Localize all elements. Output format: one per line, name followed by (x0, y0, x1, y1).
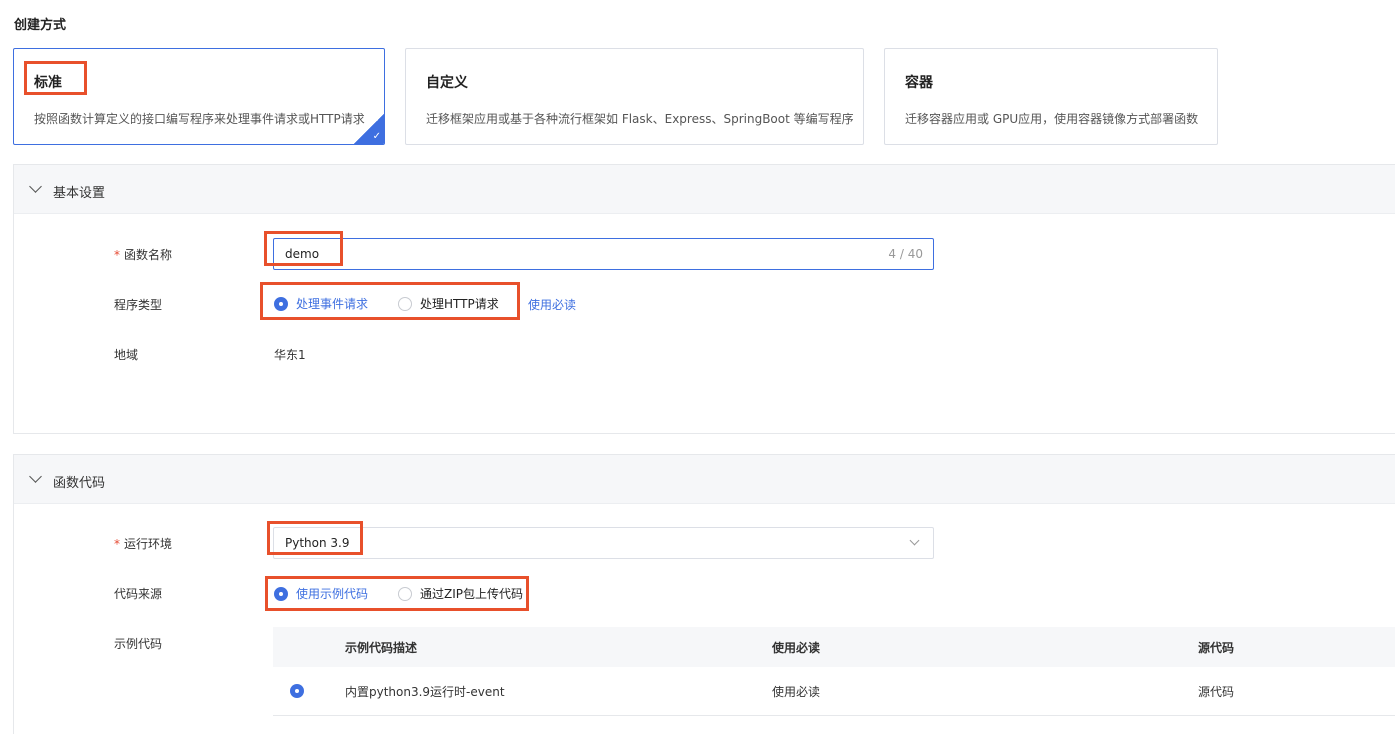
card-custom-desc: 迁移框架应用或基于各种流行框架如 Flask、Express、SpringBoo… (426, 112, 854, 126)
radio-sample-code[interactable]: 使用示例代码 (274, 585, 368, 602)
radio-http-request[interactable]: 处理HTTP请求 (398, 295, 499, 312)
chevron-down-icon (909, 535, 920, 546)
function-code-title: 函数代码 (53, 476, 106, 491)
col-source-header: 源代码 (1198, 641, 1235, 655)
card-standard[interactable]: 标准 按照函数计算定义的接口编写程序来处理事件请求或HTTP请求 ✓ (13, 48, 385, 145)
col-readme-header: 使用必读 (772, 641, 821, 655)
chevron-down-icon (29, 180, 42, 193)
radio-sample-label: 使用示例代码 (296, 587, 369, 601)
row-radio[interactable] (290, 684, 304, 698)
function-name-input[interactable]: demo 4 / 40 (273, 238, 934, 270)
card-custom-title: 自定义 (426, 75, 468, 91)
row-desc: 内置python3.9运行时-event (345, 685, 505, 699)
basic-settings-header[interactable]: 基本设置 (14, 165, 1395, 214)
card-container[interactable]: 容器 迁移容器应用或 GPU应用，使用容器镜像方式部署函数 (884, 48, 1218, 145)
sample-code-label: 示例代码 (114, 637, 163, 651)
page-heading: 创建方式 (14, 18, 67, 33)
region-value: 华东1 (274, 348, 306, 362)
required-asterisk: * (114, 248, 120, 262)
function-name-value: demo (285, 247, 320, 261)
radio-event-label: 处理事件请求 (296, 297, 369, 311)
card-container-title: 容器 (905, 75, 933, 91)
card-container-desc: 迁移容器应用或 GPU应用，使用容器镜像方式部署函数 (905, 112, 1199, 126)
function-code-header[interactable]: 函数代码 (14, 455, 1395, 504)
basic-settings-title: 基本设置 (53, 186, 106, 201)
radio-dot (274, 296, 288, 311)
row-source-link[interactable]: 源代码 (1198, 683, 1234, 700)
sample-code-table: 示例代码描述 使用必读 源代码 内置python3.9运行时-event 使用必… (273, 627, 1395, 716)
code-source-label: 代码来源 (114, 587, 163, 601)
runtime-select[interactable]: Python 3.9 (273, 527, 934, 559)
radio-http-label: 处理HTTP请求 (420, 297, 499, 311)
basic-settings-section: 基本设置 (13, 164, 1395, 434)
chevron-down-icon (29, 470, 42, 483)
col-desc-header: 示例代码描述 (345, 641, 418, 655)
radio-dot (398, 296, 412, 311)
radio-event-request[interactable]: 处理事件请求 (274, 295, 368, 312)
table-header: 示例代码描述 使用必读 源代码 (273, 627, 1395, 667)
radio-zip-upload[interactable]: 通过ZIP包上传代码 (398, 585, 523, 602)
radio-zip-label: 通过ZIP包上传代码 (420, 587, 523, 601)
card-standard-title: 标准 (34, 75, 62, 91)
runtime-value: Python 3.9 (285, 536, 350, 550)
type-readme-link[interactable]: 使用必读 (528, 296, 576, 313)
radio-dot (398, 586, 412, 601)
program-type-label: 程序类型 (114, 298, 163, 312)
required-asterisk: * (114, 537, 120, 551)
table-row[interactable]: 内置python3.9运行时-event 使用必读 源代码 (273, 667, 1395, 716)
card-custom[interactable]: 自定义 迁移框架应用或基于各种流行框架如 Flask、Express、Sprin… (405, 48, 864, 145)
region-label: 地域 (114, 348, 139, 362)
char-counter: 4 / 40 (888, 247, 923, 261)
runtime-label: * 运行环境 (114, 537, 173, 551)
row-readme-link[interactable]: 使用必读 (772, 683, 820, 700)
card-standard-desc: 按照函数计算定义的接口编写程序来处理事件请求或HTTP请求 (34, 112, 365, 126)
radio-dot (274, 586, 288, 601)
function-name-label: * 函数名称 (114, 248, 173, 262)
selected-check-icon: ✓ (354, 114, 384, 144)
